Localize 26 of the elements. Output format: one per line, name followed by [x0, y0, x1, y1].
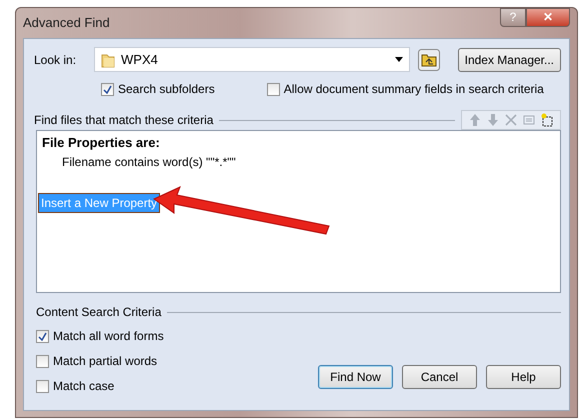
group-title: File Properties are: [42, 134, 161, 152]
checkbox[interactable] [101, 82, 114, 96]
checkbox-label: Match case [53, 378, 114, 395]
look-in-dropdown[interactable]: WPX4 [94, 47, 410, 72]
dialog-button[interactable]: Help [486, 365, 561, 389]
look-in-label: Look in: [34, 52, 78, 68]
folder-name: WPX4 [121, 50, 159, 69]
checkbox[interactable] [266, 82, 280, 96]
checkbox-label: Match all word forms [53, 328, 164, 345]
index-manager-button[interactable]: Index Manager... [458, 48, 561, 72]
checkbox-label: Search subfolders [118, 81, 215, 98]
condition-text: Filename contains word(s) ""*.*"" [62, 154, 237, 170]
checkbox[interactable] [36, 380, 49, 392]
folder-icon [101, 52, 115, 68]
dropdown-arrow-icon [394, 57, 403, 62]
criteria-heading: Find files that match these criteria [34, 112, 214, 129]
checkbox[interactable] [36, 354, 49, 368]
content-search-heading: Content Search Criteria [36, 304, 162, 321]
dialog-button[interactable]: Cancel [402, 365, 477, 389]
checkbox-label: Match partial words [53, 353, 158, 370]
up-folder-icon[interactable] [418, 48, 440, 70]
dialog-button[interactable]: Find Now [318, 365, 393, 389]
checkbox-label: Allow document summary fields in search criteria [284, 81, 544, 98]
window-title: Advanced Find [23, 14, 110, 32]
checkbox[interactable] [36, 330, 49, 342]
new-item-icon[interactable] [540, 113, 554, 127]
